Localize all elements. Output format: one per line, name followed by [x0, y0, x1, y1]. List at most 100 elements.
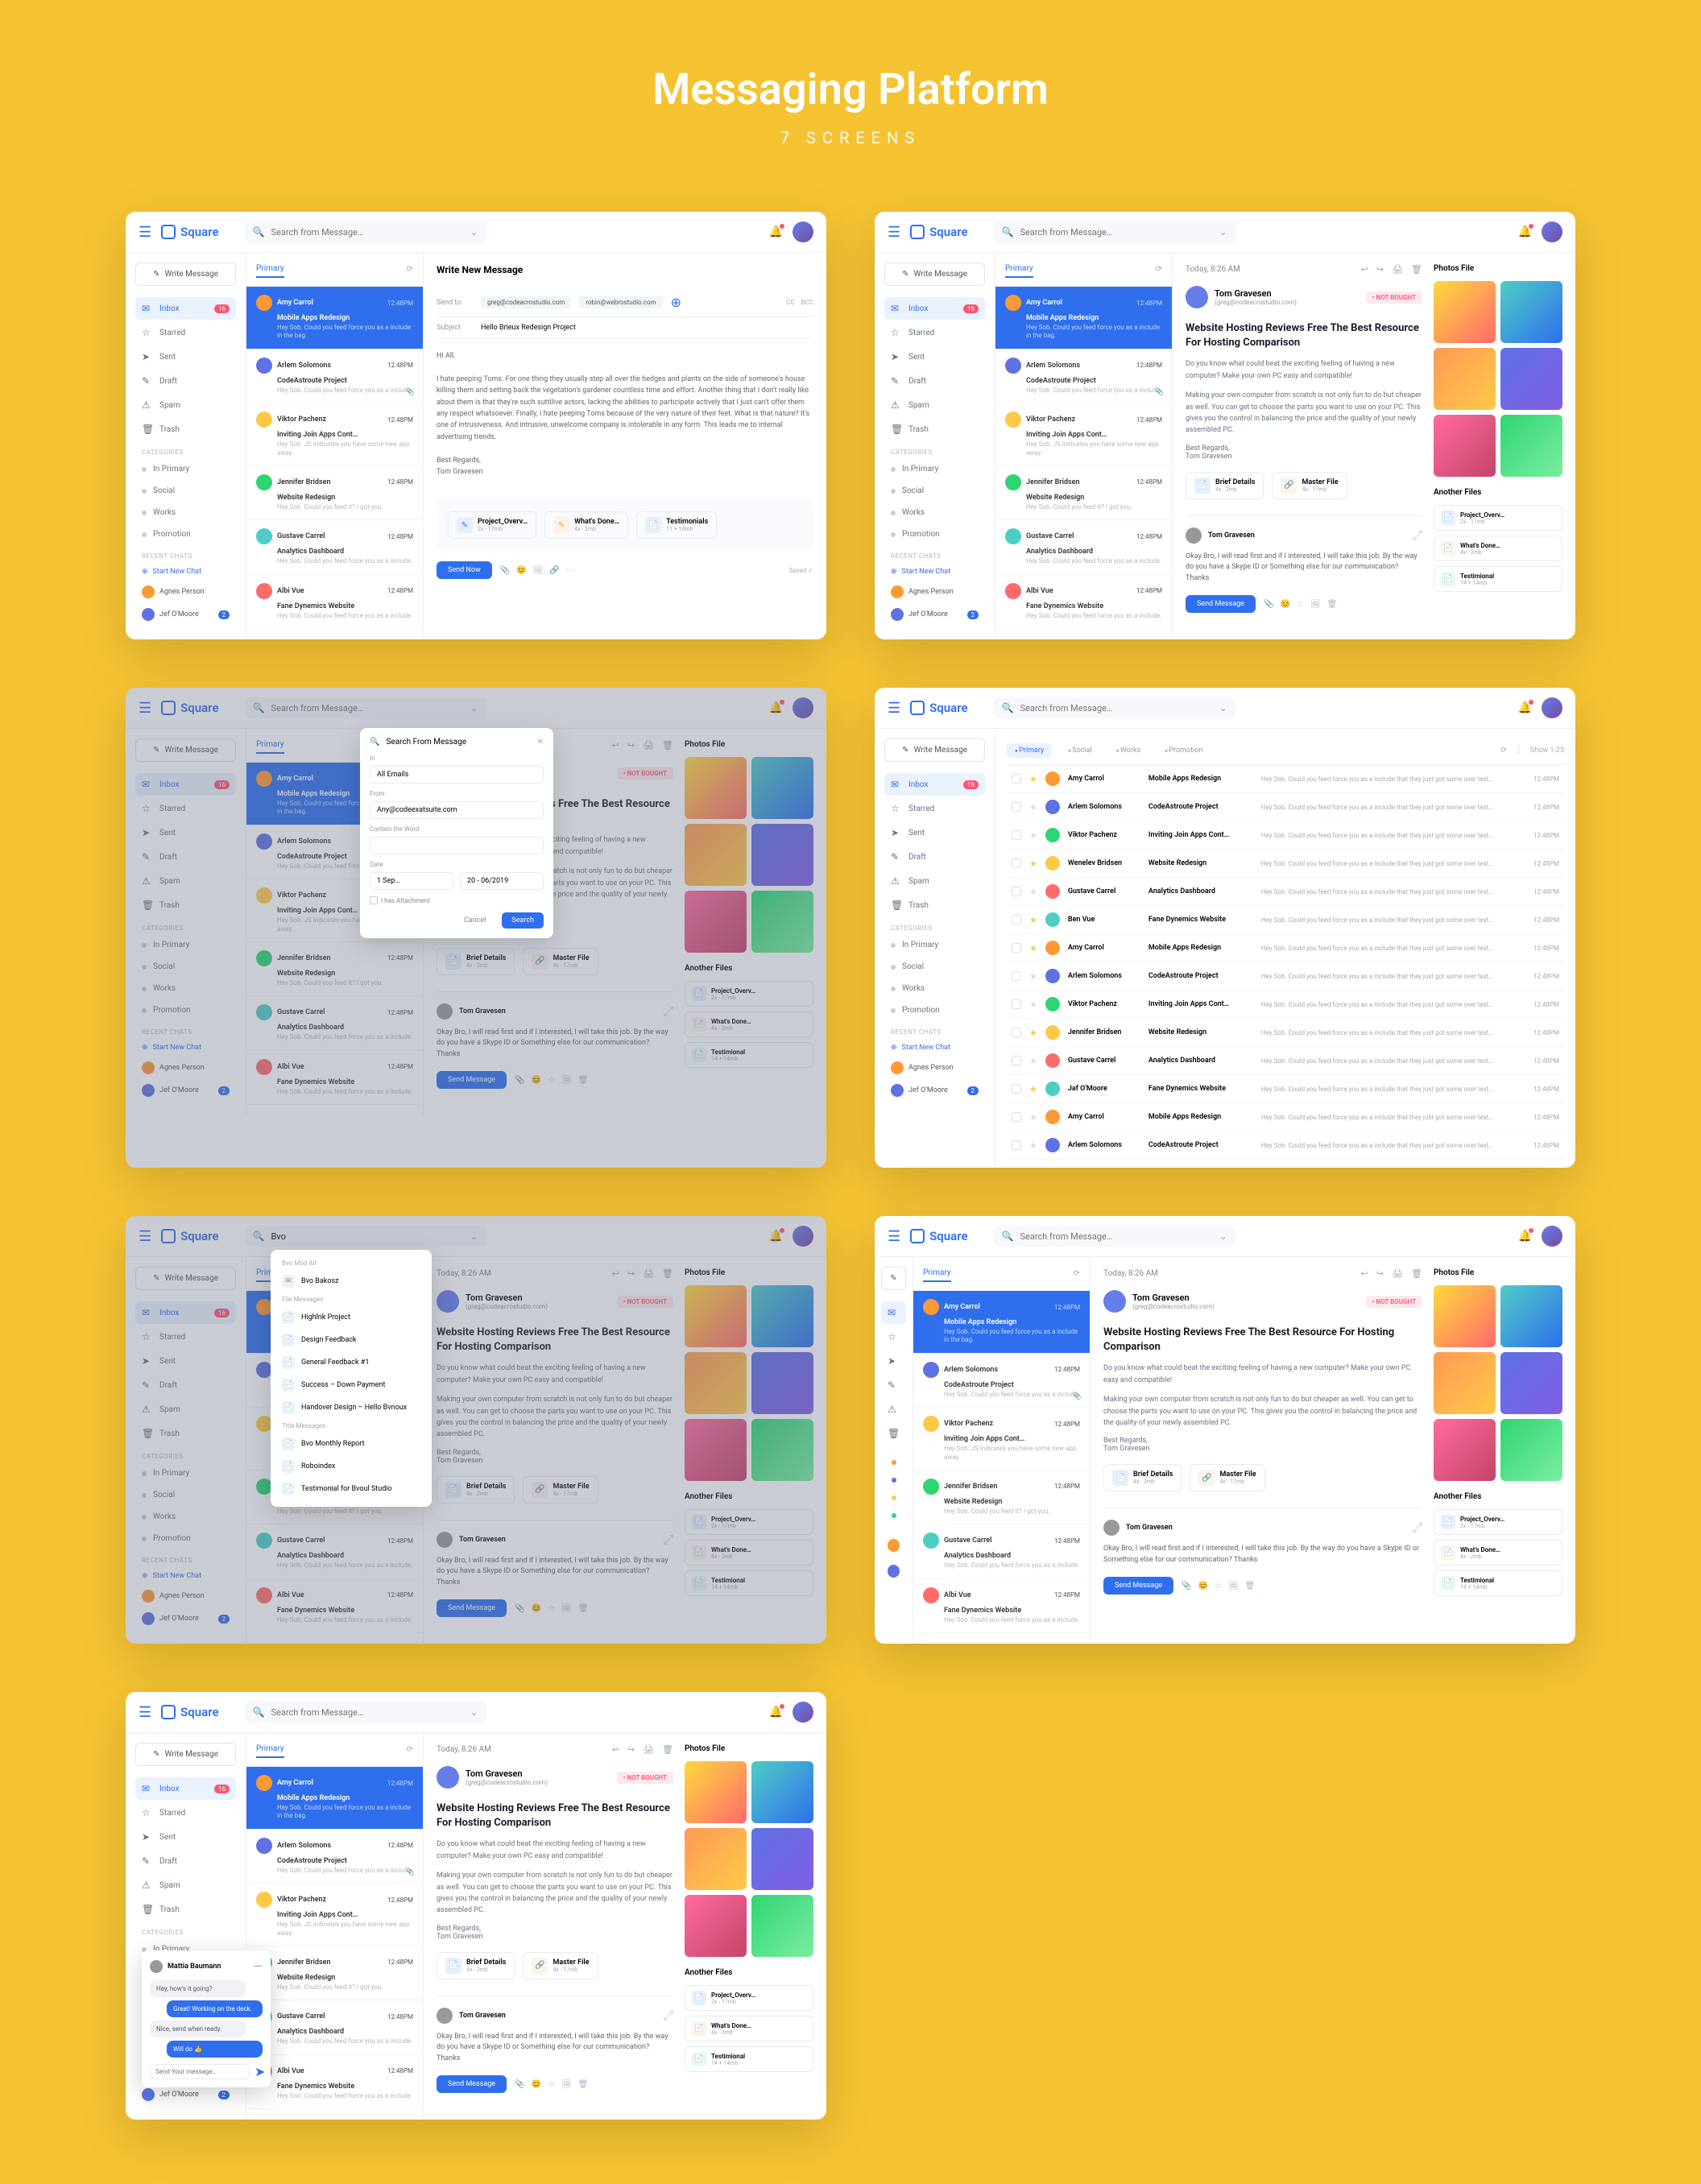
- nav-starred[interactable]: ☆Starred: [135, 1801, 236, 1824]
- attach-icon[interactable]: 📎: [500, 566, 510, 575]
- expand-icon[interactable]: ⤢: [1412, 527, 1422, 544]
- message-item[interactable]: Gustave Carrel12:48PMAnalytics Dashboard…: [995, 520, 1172, 574]
- file-item[interactable]: 📄Testimional14 + 14mb: [685, 2046, 813, 2072]
- attachment[interactable]: ✎Project_Overv…2x - 17mb: [448, 511, 536, 539]
- menu-icon[interactable]: ☰: [888, 224, 900, 241]
- suggest-item[interactable]: 📄General Feedback #1: [277, 1351, 425, 1374]
- menu-icon[interactable]: ☰: [888, 1228, 900, 1245]
- send-message-button[interactable]: Send Message: [1186, 595, 1256, 613]
- cat-promotion[interactable]: Promotion: [884, 524, 985, 544]
- table-row[interactable]: ★Ben VueFane Dynemics WebsiteHey Sob. Co…: [1007, 906, 1564, 934]
- chat-avatar[interactable]: [881, 1533, 906, 1557]
- tab-primary[interactable]: Primary: [1007, 743, 1052, 758]
- message-item[interactable]: Albi Vue12:48PMFane Dynemics WebsiteHey …: [995, 575, 1172, 629]
- table-row[interactable]: ★Amy CarrolMobile Apps RedesignHey Sob. …: [1007, 934, 1564, 962]
- message-item[interactable]: Gustave Carrel12:48PMAnalytics Dashboard…: [246, 520, 423, 574]
- trash-icon[interactable]: 🗑: [1327, 600, 1338, 609]
- photo-thumb[interactable]: [1434, 415, 1496, 477]
- chat-person[interactable]: Jef O'Moore2: [135, 1607, 236, 1630]
- nav-draft[interactable]: ✎Draft: [135, 370, 236, 392]
- refresh-icon[interactable]: ⟳: [407, 1745, 413, 1754]
- cat-in-primary[interactable]: In Primary: [135, 1463, 236, 1483]
- message-item[interactable]: Amy Carrol12:48PMMobile Apps RedesignHey…: [995, 287, 1172, 350]
- chevron-down-icon[interactable]: ⌄: [470, 226, 478, 238]
- new-chat-button[interactable]: ⊕Start New Chat: [884, 1039, 985, 1057]
- table-row[interactable]: ★Gustave CarrelAnalytics DashboardHey So…: [1007, 1047, 1564, 1075]
- attach-icon[interactable]: 📎: [1182, 1582, 1191, 1590]
- print-icon[interactable]: 🖨: [1392, 1268, 1403, 1279]
- message-item[interactable]: Jennifer Bridsen12:48PMWebsite RedesignH…: [246, 466, 423, 520]
- date-to-input[interactable]: [460, 872, 544, 890]
- attachment[interactable]: 📄Brief Details4x - 2mb: [1103, 1464, 1182, 1491]
- checkbox[interactable]: [1012, 1112, 1021, 1122]
- image-icon[interactable]: 🖼: [561, 1076, 572, 1085]
- attachment[interactable]: 📄Brief Details4x - 2mb: [437, 1476, 515, 1504]
- photo-thumb[interactable]: [751, 824, 813, 886]
- write-message-button[interactable]: ✎Write Message: [135, 1743, 236, 1766]
- cat-dot[interactable]: [881, 1508, 906, 1524]
- message-item[interactable]: Amy Carrol12:48PMMobile Apps RedesignHey…: [246, 287, 423, 350]
- star-icon[interactable]: ★: [1029, 830, 1037, 841]
- chat-person[interactable]: Jef O'Moore2: [135, 603, 236, 626]
- star-icon[interactable]: ★: [1029, 999, 1037, 1010]
- menu-icon[interactable]: ☰: [139, 700, 151, 717]
- photo-thumb[interactable]: [1500, 348, 1562, 410]
- checkbox[interactable]: [1012, 943, 1021, 953]
- message-item[interactable]: Amy Carrol12:48PMMobile Apps RedesignHey…: [913, 1291, 1090, 1354]
- checkbox[interactable]: [1012, 1056, 1021, 1065]
- search-input[interactable]: 🔍⌄: [245, 1702, 486, 1723]
- forward-icon[interactable]: ↪: [627, 1744, 635, 1755]
- star-icon[interactable]: ☆: [548, 1604, 555, 1613]
- nav-spam[interactable]: ⚠Spam: [884, 870, 985, 892]
- star-icon[interactable]: ★: [1029, 943, 1037, 953]
- cat-works[interactable]: Works: [135, 978, 236, 999]
- message-item[interactable]: Jennifer Bridsen12:48PMWebsite RedesignH…: [246, 942, 423, 996]
- search-input[interactable]: 🔍⌄: [245, 221, 486, 242]
- star-icon[interactable]: ☆: [548, 2080, 555, 2089]
- photo-thumb[interactable]: [685, 824, 747, 886]
- nav-spam[interactable]: ⚠Spam: [135, 1398, 236, 1421]
- file-item[interactable]: 📄Testimional14 + 14mb: [1434, 1570, 1562, 1596]
- nav-trash[interactable]: 🗑: [881, 1422, 906, 1445]
- bell-icon[interactable]: 🔔: [1518, 1230, 1532, 1243]
- forward-icon[interactable]: ↪: [627, 1268, 635, 1279]
- brand-logo[interactable]: Square: [910, 225, 967, 239]
- brand-logo[interactable]: Square: [161, 1229, 218, 1243]
- search-input[interactable]: 🔍⌄: [245, 697, 486, 718]
- star-icon[interactable]: ★: [1029, 887, 1037, 897]
- cat-in-primary[interactable]: In Primary: [135, 935, 236, 955]
- suggest-item[interactable]: ✉Bvo Bakosz: [277, 1270, 425, 1293]
- user-avatar[interactable]: [1542, 697, 1562, 718]
- table-row[interactable]: ★Arlem SolomonsCodeAstroute ProjectHey S…: [1007, 962, 1564, 991]
- message-item[interactable]: Arlem Solomons12:48PMCodeAstroute Projec…: [246, 1830, 423, 1884]
- photo-thumb[interactable]: [685, 1895, 747, 1957]
- brand-logo[interactable]: Square: [910, 1229, 967, 1243]
- message-item[interactable]: Albi Vue12:48PMFane Dynemics WebsiteHey …: [246, 575, 423, 629]
- table-row[interactable]: ★Viktor PachenzInviting Join Apps Cont…H…: [1007, 991, 1564, 1019]
- attachment[interactable]: 📄Brief Details4x - 2mb: [437, 1952, 515, 1979]
- photo-thumb[interactable]: [685, 1761, 747, 1823]
- reply-icon[interactable]: ↩: [1361, 264, 1368, 275]
- nav-spam[interactable]: ⚠Spam: [884, 394, 985, 416]
- send-icon[interactable]: ➤: [255, 2064, 265, 2079]
- nav-inbox[interactable]: ✉Inbox16: [135, 773, 236, 796]
- nav-draft[interactable]: ✎Draft: [135, 1374, 236, 1396]
- emoji-icon[interactable]: 😊: [1198, 1582, 1208, 1590]
- cat-dot[interactable]: [881, 1454, 906, 1470]
- chat-person[interactable]: Jef O'Moore2: [884, 1079, 985, 1102]
- message-item[interactable]: Viktor Pachenz12:48PMInviting Join Apps …: [246, 403, 423, 466]
- photo-thumb[interactable]: [1500, 281, 1562, 343]
- table-row[interactable]: ★Amy CarrolMobile Apps RedesignHey Sob. …: [1007, 765, 1564, 793]
- photo-thumb[interactable]: [751, 1419, 813, 1481]
- emoji-icon[interactable]: 😊: [532, 1076, 541, 1085]
- tab-works[interactable]: Works: [1108, 743, 1148, 758]
- print-icon[interactable]: 🖨: [643, 1744, 654, 1755]
- cc-button[interactable]: CC: [786, 299, 794, 306]
- star-icon[interactable]: ☆: [1215, 1582, 1222, 1590]
- cancel-button[interactable]: Cancel: [454, 912, 495, 929]
- message-item[interactable]: Amy Carrol12:48PMMobile Apps RedesignHey…: [246, 1767, 423, 1830]
- photo-thumb[interactable]: [685, 1285, 747, 1347]
- table-row[interactable]: ★Jaf O'MooreFane Dynemics WebsiteHey Sob…: [1007, 1075, 1564, 1103]
- suggest-item[interactable]: 📄Success – Down Payment: [277, 1374, 425, 1396]
- chat-input[interactable]: [150, 2064, 250, 2079]
